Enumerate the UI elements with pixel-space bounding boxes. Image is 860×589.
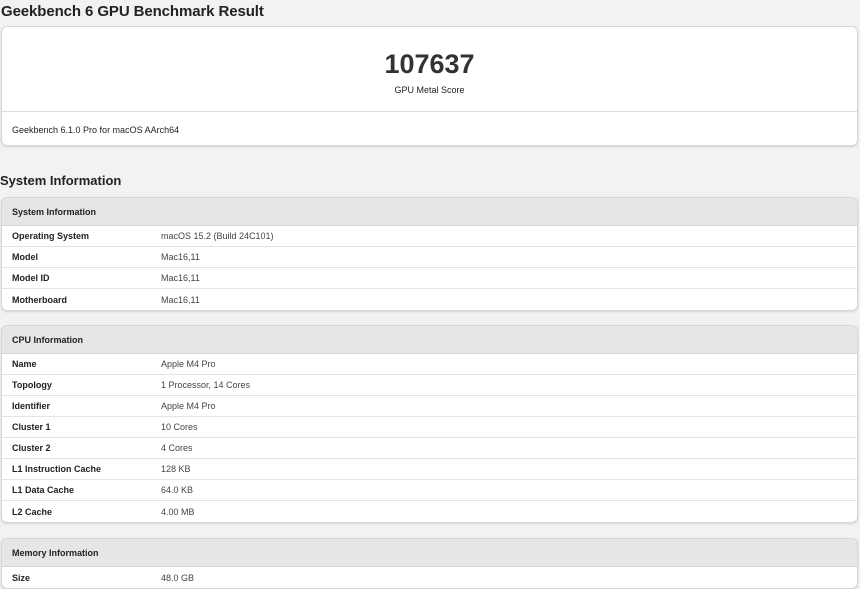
score-card-divider	[2, 111, 857, 112]
row-label: Model ID	[12, 273, 50, 283]
system-information-card: System Information Operating System macO…	[1, 197, 858, 311]
row-value: 48.0 GB	[161, 572, 195, 583]
cpu-info-row-cluster-2: Cluster 2 4 Cores	[2, 438, 857, 459]
cpu-information-card: CPU Information Name Apple M4 Pro Topolo…	[1, 325, 858, 523]
cpu-info-row-name: Name Apple M4 Pro	[2, 354, 857, 375]
row-value: 1 Processor, 14 Cores	[161, 380, 251, 390]
row-value: Apple M4 Pro	[161, 401, 216, 411]
memory-information-card-header: Memory Information	[2, 539, 857, 567]
cpu-information-card-header: CPU Information	[2, 326, 857, 354]
row-label: Cluster 1	[12, 422, 51, 432]
row-label: Model	[12, 252, 38, 262]
row-label: L2 Cache	[12, 506, 53, 517]
page-title: Geekbench 6 GPU Benchmark Result	[1, 3, 264, 20]
row-value: 4.00 MB	[161, 506, 195, 517]
system-info-row-motherboard: Motherboard Mac16,11	[2, 289, 857, 310]
gpu-score-value: 107637	[384, 49, 475, 79]
row-label: Size	[12, 572, 31, 583]
row-value: 128 KB	[161, 464, 191, 474]
cpu-info-row-l1-instruction-cache: L1 Instruction Cache 128 KB	[2, 459, 857, 480]
row-label: Operating System	[12, 231, 90, 241]
row-label: Topology	[12, 380, 52, 390]
row-label: Name	[12, 359, 37, 369]
row-label: Identifier	[12, 401, 51, 411]
row-value: Mac16,11	[161, 252, 200, 262]
gpu-score-label: GPU Metal Score	[394, 85, 465, 95]
row-label: L1 Data Cache	[12, 485, 75, 495]
cpu-info-row-l1-data-cache: L1 Data Cache 64.0 KB	[2, 480, 857, 501]
row-value: Mac16,11	[161, 294, 200, 305]
system-info-row-model: Model Mac16,11	[2, 247, 857, 268]
score-card: 107637 GPU Metal Score Geekbench 6.1.0 P…	[1, 26, 858, 146]
cpu-info-row-identifier: Identifier Apple M4 Pro	[2, 396, 857, 417]
system-info-row-model-id: Model ID Mac16,11	[2, 268, 857, 289]
row-value: 10 Cores	[161, 422, 198, 432]
row-label: L1 Instruction Cache	[12, 464, 102, 474]
row-label: Cluster 2	[12, 443, 51, 453]
row-label: Motherboard	[12, 294, 67, 305]
system-info-row-operating-system: Operating System macOS 15.2 (Build 24C10…	[2, 226, 857, 247]
memory-information-card: Memory Information Size 48.0 GB	[1, 538, 858, 589]
row-value: Mac16,11	[161, 273, 200, 283]
row-value: 4 Cores	[161, 443, 193, 453]
system-information-card-header: System Information	[2, 198, 857, 226]
system-information-heading: System Information	[0, 173, 122, 188]
cpu-info-row-l2-cache: L2 Cache 4.00 MB	[2, 501, 857, 522]
cpu-info-row-topology: Topology 1 Processor, 14 Cores	[2, 375, 857, 396]
row-value: macOS 15.2 (Build 24C101)	[161, 231, 274, 241]
cpu-info-row-cluster-1: Cluster 1 10 Cores	[2, 417, 857, 438]
benchmark-version: Geekbench 6.1.0 Pro for macOS AArch64	[12, 125, 180, 135]
row-value: 64.0 KB	[161, 485, 194, 495]
row-value: Apple M4 Pro	[161, 359, 216, 369]
